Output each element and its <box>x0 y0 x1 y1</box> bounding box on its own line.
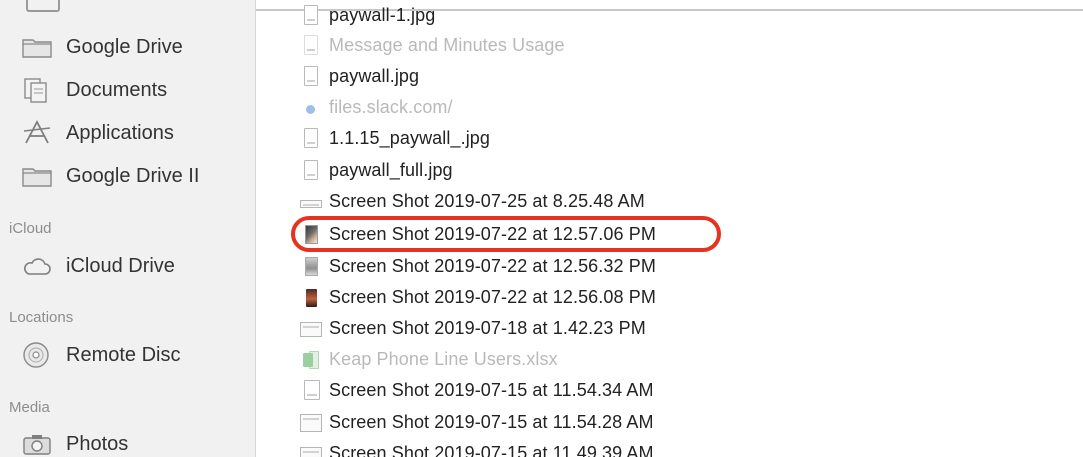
file-name: Message and Minutes Usage <box>329 35 565 55</box>
screenshot-icon <box>300 442 322 457</box>
file-name: paywall.jpg <box>329 66 420 86</box>
screenshot-icon <box>300 223 322 247</box>
screenshot-icon <box>300 286 322 310</box>
file-list: paywall-1.jpg Message and Minutes Usage … <box>256 0 1083 457</box>
file-row[interactable]: Screen Shot 2019-07-25 at 8.25.48 AM <box>256 187 1083 216</box>
file-name: Screen Shot 2019-07-22 at 12.56.08 PM <box>329 287 656 307</box>
file-name: Keap Phone Line Users.xlsx <box>329 349 558 369</box>
screenshot-icon <box>300 317 322 341</box>
file-row[interactable]: Keap Phone Line Users.xlsx <box>256 345 1083 374</box>
sidebar-item-icloud-drive[interactable]: iCloud Drive <box>22 248 175 284</box>
file-name: Screen Shot 2019-07-18 at 1.42.23 PM <box>329 318 646 338</box>
spreadsheet-icon <box>300 348 322 372</box>
document-icon <box>300 65 322 89</box>
sidebar-item-google-drive[interactable]: Google Drive <box>22 29 183 65</box>
sidebar-item-label: Google Drive <box>66 35 183 58</box>
file-row[interactable]: Screen Shot 2019-07-22 at 12.57.06 PM <box>256 220 1083 249</box>
file-row[interactable]: Screen Shot 2019-07-15 at 11.54.28 AM <box>256 408 1083 437</box>
file-row[interactable]: Screen Shot 2019-07-18 at 1.42.23 PM <box>256 314 1083 343</box>
file-row[interactable]: Screen Shot 2019-07-22 at 12.56.32 PM <box>256 252 1083 281</box>
sidebar-item-documents[interactable]: Documents <box>22 72 167 108</box>
file-name: Screen Shot 2019-07-15 at 11.54.34 AM <box>329 380 654 400</box>
screenshot-icon <box>300 379 322 403</box>
file-row[interactable]: Screen Shot 2019-07-15 at 11.49.39 AM <box>256 439 1083 457</box>
partial-sidebar-icon <box>26 0 60 12</box>
file-row[interactable]: Screen Shot 2019-07-15 at 11.54.34 AM <box>256 376 1083 405</box>
file-name: paywall-1.jpg <box>329 5 436 25</box>
folder-icon <box>22 161 56 191</box>
documents-icon <box>22 75 56 105</box>
file-name: Screen Shot 2019-07-15 at 11.54.28 AM <box>329 412 654 432</box>
file-row[interactable]: paywall.jpg <box>256 62 1083 91</box>
sidebar-item-photos[interactable]: Photos <box>22 426 128 457</box>
document-icon <box>300 127 322 151</box>
screenshot-icon <box>300 411 322 435</box>
file-name: 1.1.15_paywall_.jpg <box>329 128 491 148</box>
sidebar-item-label: iCloud Drive <box>66 254 175 277</box>
document-icon <box>300 159 322 183</box>
sidebar-section-icloud: iCloud <box>9 220 52 237</box>
file-row[interactable]: Message and Minutes Usage <box>256 31 1083 60</box>
sidebar-item-label: Photos <box>66 432 129 455</box>
document-icon <box>300 4 322 28</box>
screenshot-icon <box>300 255 322 279</box>
sidebar-item-applications[interactable]: Applications <box>22 115 174 151</box>
disc-icon <box>22 340 56 370</box>
file-name: paywall_full.jpg <box>329 160 453 180</box>
file-row[interactable]: Screen Shot 2019-07-22 at 12.56.08 PM <box>256 283 1083 312</box>
sidebar-item-label: Remote Disc <box>66 343 181 366</box>
sidebar-item-label: Applications <box>66 121 174 144</box>
camera-icon <box>22 429 56 457</box>
finder-sidebar: Google Drive Documents Applications Goog… <box>0 0 256 457</box>
cloud-icon <box>22 251 56 281</box>
file-name: Screen Shot 2019-07-22 at 12.56.32 PM <box>329 256 656 276</box>
web-link-icon <box>300 96 322 120</box>
file-row[interactable]: paywall-1.jpg <box>256 1 1083 30</box>
sidebar-section-locations: Locations <box>9 309 74 326</box>
sidebar-item-label: Google Drive II <box>66 164 200 187</box>
file-name: Screen Shot 2019-07-22 at 12.57.06 PM <box>329 224 656 244</box>
file-row[interactable]: paywall_full.jpg <box>256 156 1083 185</box>
document-icon <box>300 34 322 58</box>
screenshot-icon <box>300 190 322 214</box>
folder-icon <box>22 32 56 62</box>
file-row[interactable]: files.slack.com/ <box>256 93 1083 122</box>
file-name: Screen Shot 2019-07-25 at 8.25.48 AM <box>329 191 645 211</box>
sidebar-item-remote-disc[interactable]: Remote Disc <box>22 337 180 373</box>
sidebar-item-label: Documents <box>66 78 168 101</box>
applications-icon <box>22 118 56 148</box>
sidebar-item-google-drive-ii[interactable]: Google Drive II <box>22 158 199 194</box>
file-name: Screen Shot 2019-07-15 at 11.49.39 AM <box>329 443 654 457</box>
sidebar-section-media: Media <box>9 399 50 416</box>
file-row[interactable]: 1.1.15_paywall_.jpg <box>256 124 1083 153</box>
file-name: files.slack.com/ <box>329 97 453 117</box>
